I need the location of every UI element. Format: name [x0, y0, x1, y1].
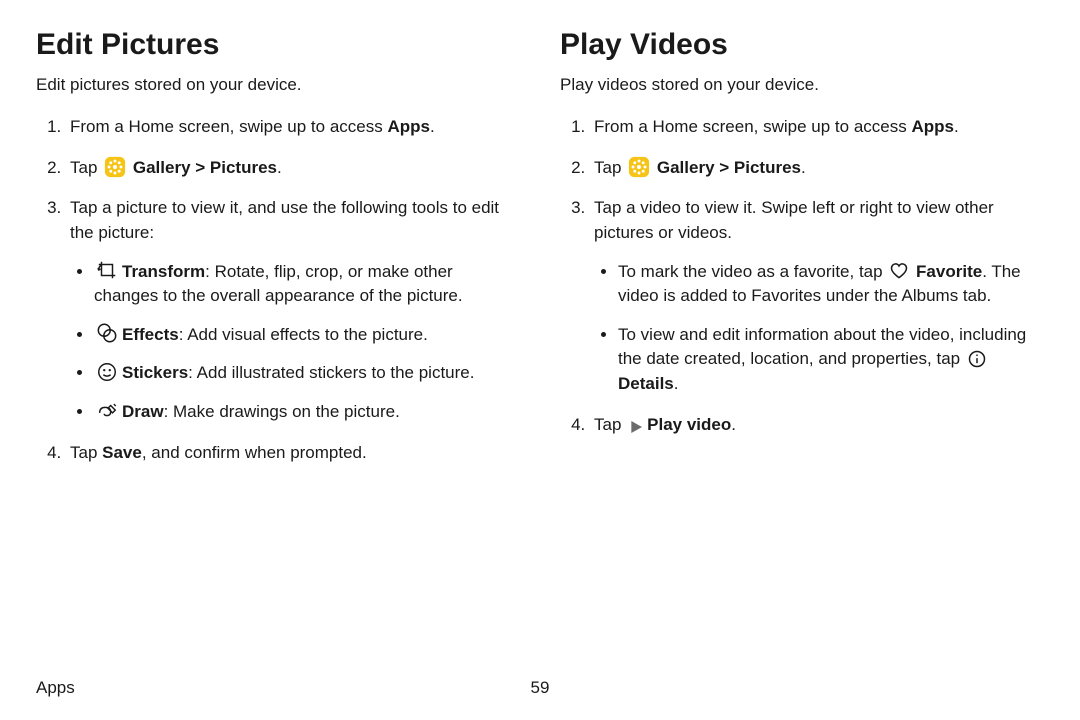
page-footer: Apps 59	[36, 678, 1044, 698]
apps-label: Apps	[387, 117, 430, 136]
step-text-post: .	[801, 158, 806, 177]
draw-text: : Make drawings on the picture.	[164, 402, 400, 421]
draw-icon	[96, 400, 118, 422]
step-text: Tap	[70, 443, 102, 462]
play-video-label: Play video	[647, 415, 731, 434]
gallery-icon	[104, 156, 126, 178]
draw-label: Draw	[122, 402, 164, 421]
step-text-post: , and confirm when prompted.	[142, 443, 367, 462]
effects-text: : Add visual effects to the picture.	[179, 325, 428, 344]
tool-stickers: Stickers: Add illustrated stickers to th…	[94, 361, 520, 386]
footer-page-number: 59	[531, 678, 550, 698]
edit-pictures-section: Edit Pictures Edit pictures stored on yo…	[36, 28, 520, 481]
step-2: Tap	[66, 156, 520, 181]
bullet-details: To view and edit information about the v…	[618, 323, 1044, 397]
stickers-label: Stickers	[122, 363, 188, 382]
step-text: Tap	[70, 158, 102, 177]
details-label: Details	[618, 374, 674, 393]
transform-icon	[96, 259, 118, 281]
step-text-post: .	[277, 158, 282, 177]
step-text: Tap	[594, 415, 626, 434]
stickers-icon	[96, 361, 118, 383]
step-3: Tap a video to view it. Swipe left or ri…	[590, 196, 1044, 396]
step-text: Tap a picture to view it, and use the fo…	[70, 198, 499, 242]
bullet-text-pre: To view and edit information about the v…	[618, 325, 1026, 369]
apps-label: Apps	[911, 117, 954, 136]
bullet-favorite: To mark the video as a favorite, tap Fav…	[618, 260, 1044, 309]
step-text: From a Home screen, swipe up to access	[70, 117, 387, 136]
step-4: Tap Play video.	[590, 413, 1044, 438]
play-icon	[628, 418, 644, 434]
step-1: From a Home screen, swipe up to access A…	[590, 115, 1044, 140]
info-icon	[967, 349, 987, 369]
footer-section-label: Apps	[36, 678, 75, 698]
step-text-post: .	[731, 415, 736, 434]
play-videos-steps: From a Home screen, swipe up to access A…	[560, 115, 1044, 437]
step-4: Tap Save, and confirm when prompted.	[66, 441, 520, 466]
stickers-text: : Add illustrated stickers to the pictur…	[188, 363, 474, 382]
play-videos-heading: Play Videos	[560, 28, 1044, 62]
edit-tools-list: Transform: Rotate, flip, crop, or make o…	[70, 260, 520, 425]
step-text: From a Home screen, swipe up to access	[594, 117, 911, 136]
bullet-text-post: .	[674, 374, 679, 393]
step-text-post: .	[430, 117, 435, 136]
tool-effects: Effects: Add visual effects to the pictu…	[94, 323, 520, 348]
transform-label: Transform	[122, 262, 205, 281]
tool-draw: Draw: Make drawings on the picture.	[94, 400, 520, 425]
effects-icon	[96, 322, 118, 344]
edit-pictures-intro: Edit pictures stored on your device.	[36, 74, 520, 97]
step-text: Tap a video to view it. Swipe left or ri…	[594, 198, 994, 242]
step-2: Tap	[590, 156, 1044, 181]
save-label: Save	[102, 443, 142, 462]
bullet-text-pre: To mark the video as a favorite, tap	[618, 262, 887, 281]
gallery-pictures-label: Gallery > Pictures	[657, 158, 801, 177]
tool-transform: Transform: Rotate, flip, crop, or make o…	[94, 260, 520, 309]
effects-label: Effects	[122, 325, 179, 344]
step-text: Tap	[594, 158, 626, 177]
favorite-label: Favorite	[916, 262, 982, 281]
step-3: Tap a picture to view it, and use the fo…	[66, 196, 520, 424]
gallery-pictures-label: Gallery > Pictures	[133, 158, 277, 177]
video-bullets: To mark the video as a favorite, tap Fav…	[594, 260, 1044, 397]
edit-pictures-steps: From a Home screen, swipe up to access A…	[36, 115, 520, 465]
gallery-icon	[628, 156, 650, 178]
step-text-post: .	[954, 117, 959, 136]
heart-icon	[889, 261, 909, 281]
play-videos-intro: Play videos stored on your device.	[560, 74, 1044, 97]
edit-pictures-heading: Edit Pictures	[36, 28, 520, 62]
play-videos-section: Play Videos Play videos stored on your d…	[560, 28, 1044, 481]
two-column-layout: Edit Pictures Edit pictures stored on yo…	[36, 28, 1044, 481]
step-1: From a Home screen, swipe up to access A…	[66, 115, 520, 140]
